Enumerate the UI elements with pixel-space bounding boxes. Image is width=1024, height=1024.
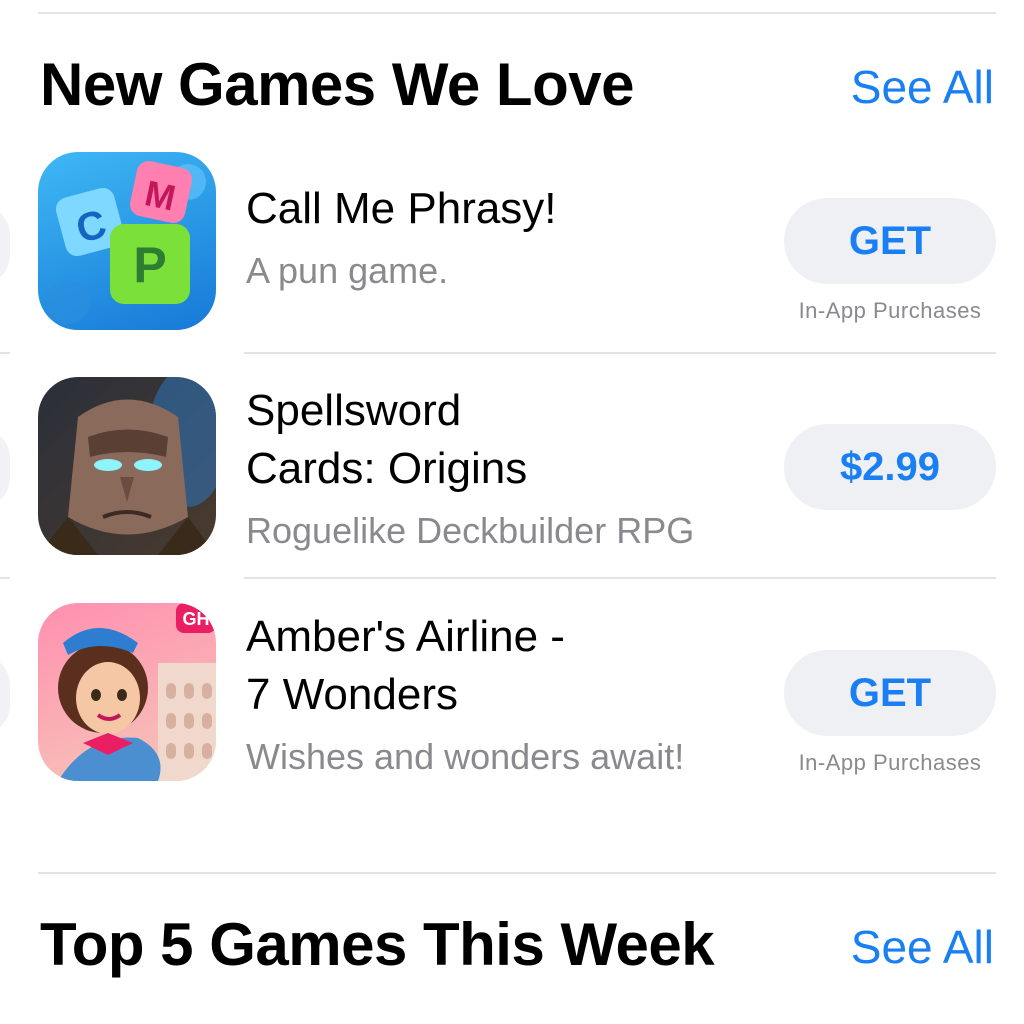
see-all-link-new-games[interactable]: See All: [851, 60, 994, 114]
see-all-link-top-5-games[interactable]: See All: [851, 920, 994, 974]
warrior-face-icon: [38, 377, 216, 555]
get-button[interactable]: GET: [784, 198, 996, 284]
section-divider: [38, 872, 996, 874]
section-title-new-games: New Games We Love: [40, 51, 634, 118]
row-divider: [244, 352, 996, 354]
stewardess-icon: GH: [58, 603, 216, 781]
tile-letter-p: P: [133, 237, 166, 293]
app-icon-spellsword[interactable]: [38, 377, 216, 555]
row-divider: [0, 352, 10, 354]
section-title-top-5-games: Top 5 Games This Week: [40, 911, 715, 978]
partial-card-edge: [0, 428, 10, 508]
top-divider: [38, 12, 996, 14]
app-name-line: Cards: Origins: [246, 444, 528, 493]
app-name-line: 7 Wonders: [246, 670, 458, 719]
app-subtitle: A pun game.: [246, 250, 449, 291]
price-button[interactable]: $2.99: [784, 424, 996, 510]
app-icon-call-me-phrasy[interactable]: C M P: [38, 152, 216, 330]
app-name-line: Call Me Phrasy!: [246, 184, 557, 233]
row-divider: [0, 577, 10, 579]
in-app-purchases-note: In-App Purchases: [798, 298, 982, 323]
get-button[interactable]: GET: [784, 650, 996, 736]
app-icon-ambers-airline[interactable]: GH: [38, 603, 216, 781]
in-app-purchases-note: In-App Purchases: [798, 750, 982, 775]
word-blocks-icon: C M P: [46, 161, 206, 324]
app-name-line: Spellsword: [246, 386, 462, 435]
app-name-line: Amber's Airline -: [246, 612, 565, 661]
app-subtitle: Roguelike Deckbuilder RPG: [246, 510, 695, 551]
gh-badge: GH: [183, 609, 210, 629]
partial-card-edge: [0, 655, 10, 735]
app-subtitle: Wishes and wonders await!: [246, 736, 685, 777]
partial-card-edge: [0, 205, 10, 285]
row-divider: [244, 577, 996, 579]
